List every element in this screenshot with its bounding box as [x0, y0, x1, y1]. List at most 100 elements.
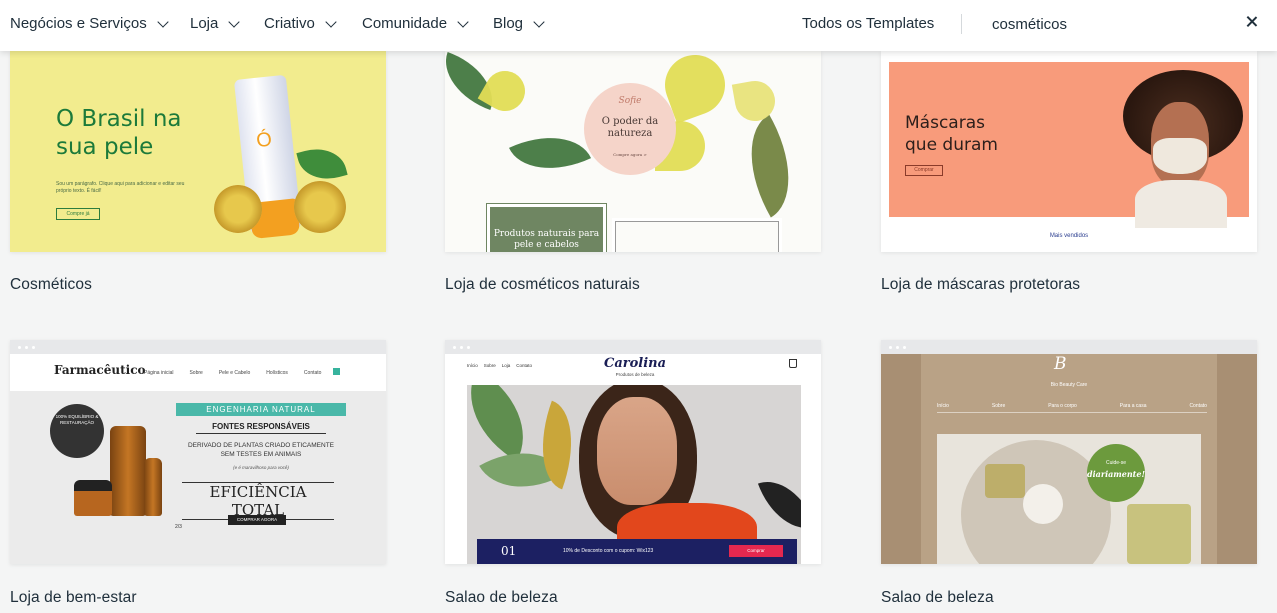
preview-link: Sobre — [483, 363, 496, 368]
nav-blog[interactable]: Blog — [493, 15, 545, 32]
bird-image — [757, 469, 801, 541]
template-caption[interactable]: Salao de beleza — [881, 589, 994, 607]
face-mask-image — [1153, 138, 1207, 174]
all-templates-link[interactable]: Todos os Templates — [802, 15, 934, 32]
preview-subtitle: Produtos de beleza — [615, 372, 655, 377]
divider — [961, 14, 962, 34]
flower-image — [477, 63, 533, 119]
nav-label: Loja — [190, 15, 219, 32]
preview-seal: 100% EQUILÍBRIO & RESTAURAÇÃO — [50, 404, 104, 458]
preview-link: Para a casa — [1119, 403, 1147, 409]
preview-headline: Máscaras que duram — [905, 113, 998, 155]
preview-logo: B — [1054, 354, 1067, 374]
preview-hero-image — [467, 385, 801, 564]
template-caption[interactable]: Loja de bem-estar — [10, 589, 137, 607]
chevron-down-icon — [457, 15, 469, 28]
chevron-down-icon — [533, 15, 545, 28]
nav-label: Negócios e Serviços — [10, 15, 147, 32]
preview-link: Contato — [1189, 403, 1207, 409]
preview-product-box: Produtos naturais para pele e cabelos — [486, 203, 607, 252]
preview-discount: 10% de Desconto com o cupom: Wix123 — [563, 548, 654, 554]
preview-link: Loja — [501, 363, 511, 368]
preview-pager: 2/3 — [175, 524, 182, 530]
preview-link: Contato — [303, 370, 322, 376]
preview-link: Pele e Cabelo — [218, 370, 251, 376]
preview-ribbon: ENGENHARIA NATURAL — [176, 403, 346, 416]
preview-subheading: FONTES RESPONSÁVEIS — [196, 422, 326, 434]
leaf-image — [296, 141, 348, 187]
template-caption[interactable]: Loja de cosméticos naturais — [445, 276, 640, 294]
chevron-down-icon — [157, 15, 169, 28]
leaf-image — [508, 118, 592, 188]
search-input[interactable] — [984, 9, 1204, 39]
preview-button: Comprar — [729, 545, 783, 557]
nav-label: Blog — [493, 15, 524, 32]
preview-hero-image: Cuide-se diariamente! — [937, 434, 1201, 564]
cart-icon — [333, 368, 340, 375]
template-thumbnail-salao-beleza-2[interactable]: B Bio Beauty Care Início Sobre Para o co… — [881, 340, 1257, 564]
chevron-down-icon — [325, 15, 337, 28]
bottle-image — [144, 458, 162, 516]
template-caption[interactable]: Salao de beleza — [445, 589, 558, 607]
preview-promo-bar: 01 10% de Desconto com o cupom: Wix123 C… — [477, 539, 797, 564]
preview-brand: Carolina — [603, 356, 667, 371]
preview-links: Página inicial Sobre Pele e Cabelo Holís… — [144, 370, 321, 376]
nav-label: Criativo — [264, 15, 315, 32]
preview-description: DERIVADO DE PLANTAS CRIADO ETICAMENTE SE… — [187, 442, 335, 458]
nav-negocios-servicos[interactable]: Negócios e Serviços — [10, 15, 169, 32]
bottle-image — [110, 426, 146, 516]
preview-badge-script: diariamente! — [1087, 469, 1145, 479]
bowl-image — [1023, 484, 1063, 524]
preview-frame — [612, 218, 782, 252]
nav-comunidade[interactable]: Comunidade — [362, 15, 469, 32]
preview-link: Holísticos — [266, 370, 288, 376]
browser-chrome — [10, 340, 386, 354]
nav-loja[interactable]: Loja — [190, 15, 241, 32]
preview-button: Comprar — [905, 165, 943, 176]
template-thumbnail-salao-beleza-1[interactable]: Início Sobre Loja Contato Carolina Produ… — [445, 340, 821, 564]
preview-brand: Farmacêutico — [54, 363, 146, 377]
preview-button: Compre já — [56, 208, 100, 220]
shopping-bag-icon — [789, 359, 797, 368]
preview-button: COMPRAR AGORA — [228, 515, 286, 525]
browser-chrome — [881, 340, 1257, 354]
template-thumbnail-cosmeticos[interactable]: O Brasil na sua pele Sou um parágrafo. C… — [10, 51, 386, 252]
preview-link: Contato — [516, 363, 533, 368]
preview-headline: O poder da natureza — [601, 116, 659, 139]
preview-menu: Início Sobre Para o corpo Para a casa Co… — [937, 403, 1207, 413]
palm-leaf-image — [467, 385, 547, 461]
browser-chrome — [445, 340, 821, 354]
leaf-image — [725, 114, 815, 218]
top-navigation: Negócios e Serviços Loja Criativo Comuni… — [0, 0, 1277, 51]
preview-brand: Bio Beauty Care — [1050, 382, 1088, 388]
preview-note: (e é maravilhoso para você) — [233, 465, 289, 470]
preview-number: 01 — [501, 544, 517, 558]
preview-link: Sobre — [189, 370, 203, 376]
preview-headline: O Brasil na sua pele — [56, 106, 182, 160]
passion-fruit-image — [294, 181, 346, 233]
preview-links: Início Sobre Loja Contato — [467, 363, 532, 368]
template-thumbnail-mascaras[interactable]: Máscaras que duram Comprar Mais vendidos — [881, 51, 1257, 252]
template-caption[interactable]: Cosméticos — [10, 276, 92, 294]
template-thumbnail-bem-estar[interactable]: Farmacêutico Página inicial Sobre Pele e… — [10, 340, 386, 564]
preview-button: Compre agora > — [613, 152, 647, 157]
soap-image — [1127, 504, 1191, 564]
soap-image — [985, 464, 1025, 498]
template-caption[interactable]: Loja de máscaras protetoras — [881, 276, 1080, 294]
preview-link: Página inicial — [144, 370, 174, 376]
face-image — [597, 397, 677, 505]
preview-nav: Farmacêutico Página inicial Sobre Pele e… — [10, 354, 386, 391]
preview-link: Início — [467, 363, 478, 368]
preview-badge-label: Cuide-se — [1105, 460, 1126, 466]
template-thumbnail-cosmeticos-naturais[interactable]: Sofie O poder da natureza Compre agora >… — [445, 51, 821, 252]
close-icon[interactable] — [1244, 14, 1260, 30]
tube-logo: Ó — [255, 128, 274, 153]
nav-criativo[interactable]: Criativo — [264, 15, 337, 32]
preview-link: Início — [937, 403, 949, 409]
sweater-image — [1135, 180, 1227, 228]
preview-script: Sofie — [618, 96, 642, 106]
chevron-down-icon — [228, 15, 241, 28]
preview-badge: Cuide-se diariamente! — [1087, 444, 1145, 502]
jar-image — [74, 480, 112, 516]
preview-badge: Sofie O poder da natureza Compre agora > — [584, 83, 676, 175]
